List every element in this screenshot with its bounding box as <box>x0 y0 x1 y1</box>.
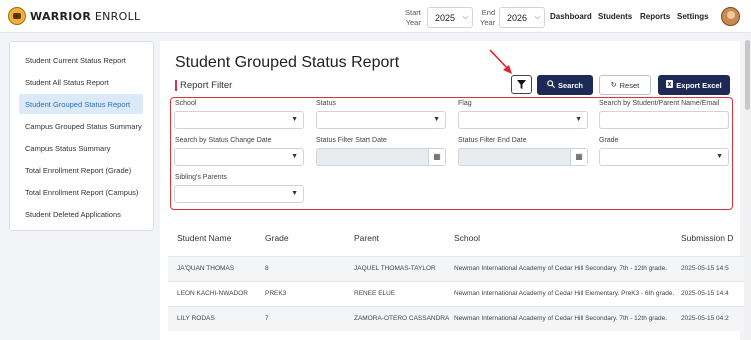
export-excel-button[interactable]: Export Excel <box>658 75 730 95</box>
brand-bold: WARRIOR <box>30 10 92 23</box>
chevron-down-icon: ▼ <box>433 116 440 123</box>
chevron-down-icon: ▼ <box>291 153 298 160</box>
search-name-label: Search by Student/Parent Name/Email <box>599 100 720 107</box>
sidebar-item-student-current-status[interactable]: Student Current Status Report <box>19 50 143 70</box>
cell-parent: RENEE ELUE <box>354 290 396 297</box>
chevron-down-icon: ▼ <box>575 116 582 123</box>
warrior-logo-icon[interactable] <box>8 7 26 25</box>
cell-grade: 8 <box>265 265 269 272</box>
chevron-down-icon: ⌵ <box>534 14 540 21</box>
nav-settings[interactable]: Settings <box>677 12 709 21</box>
cell-submission-date: 2025-05-15 04:2 <box>681 315 729 322</box>
status-label: Status <box>316 100 336 107</box>
refresh-icon: ↻ <box>610 82 617 89</box>
sidebar-item-total-enrollment-grade[interactable]: Total Enrollment Report (Grade) <box>19 160 143 180</box>
cell-submission-date: 2025-05-15 14:4 <box>681 290 729 297</box>
excel-icon <box>666 80 674 90</box>
cell-student-name: JA'QUAN THOMAS <box>177 265 235 272</box>
status-select[interactable]: ▼ <box>316 111 446 129</box>
end-year-select[interactable]: 2026 ⌵ <box>499 7 545 28</box>
end-year-value: 2026 <box>507 13 528 23</box>
search-button-label: Search <box>557 80 584 90</box>
sidebar-item-campus-status-summary[interactable]: Campus Status Summary <box>19 138 143 158</box>
chevron-down-icon: ▼ <box>716 153 723 160</box>
nav-students[interactable]: Students <box>598 12 632 21</box>
export-excel-label: Export Excel <box>676 80 722 90</box>
column-header-submission-date[interactable]: Submission D <box>681 233 733 243</box>
page-scrollbar-thumb[interactable] <box>745 40 750 110</box>
page-title: Student Grouped Status Report <box>175 54 400 71</box>
flag-label: Flag <box>458 100 472 107</box>
brand-name[interactable]: WARRIOR ENROLL <box>30 10 140 23</box>
search-button[interactable]: Search <box>537 75 593 95</box>
reset-button[interactable]: ↻ Reset <box>599 75 651 95</box>
cell-parent: JAQUEL THOMAS-TAYLOR <box>354 265 436 272</box>
cell-parent: ZAMORA-OTERO CASSANDRA <box>354 315 450 322</box>
status-change-date-select[interactable]: ▼ <box>174 148 304 166</box>
sidebar-item-campus-grouped-status[interactable]: Campus Grouped Status Summary <box>19 116 143 136</box>
end-year-label-line2: Year <box>480 18 496 27</box>
reset-button-label: Reset <box>619 80 640 90</box>
column-header-student-name[interactable]: Student Name <box>177 233 231 243</box>
status-change-date-label: Search by Status Change Date <box>175 137 272 144</box>
cell-school: Newman International Academy of Cedar Hi… <box>454 290 675 297</box>
column-header-school[interactable]: School <box>454 233 480 243</box>
nav-reports[interactable]: Reports <box>640 12 670 21</box>
sidebar-item-student-grouped-status[interactable]: Student Grouped Status Report <box>19 94 143 114</box>
cell-submission-date: 2025-05-15 14:5 <box>681 265 729 272</box>
cell-student-name: LEON KACHI-NWADOR <box>177 290 248 297</box>
brand-rest: ENROLL <box>91 10 141 23</box>
top-navbar: WARRIOR ENROLL Start Year 2025 ⌵ End Year 2… <box>0 0 751 33</box>
user-avatar[interactable] <box>721 7 740 26</box>
start-year-select[interactable]: 2025 ⌵ <box>427 7 473 28</box>
cell-grade: 7 <box>265 315 269 322</box>
start-date-label: Status Filter Start Date <box>316 137 387 144</box>
school-label: School <box>175 100 197 107</box>
flag-select[interactable]: ▼ <box>458 111 588 129</box>
search-icon <box>547 80 556 90</box>
end-date-input[interactable]: ▦ <box>458 148 588 166</box>
cell-student-name: LILY RODAS <box>177 315 215 322</box>
calendar-icon[interactable]: ▦ <box>428 149 445 165</box>
sidebar-item-student-all-status[interactable]: Student All Status Report <box>19 72 143 92</box>
end-date-label: Status Filter End Date <box>458 137 527 144</box>
grade-select[interactable]: ▼ <box>599 148 729 166</box>
start-date-input[interactable]: ▦ <box>316 148 446 166</box>
chevron-down-icon: ▼ <box>291 190 298 197</box>
subtitle-accent-bar <box>175 80 177 91</box>
report-filter-heading: Report Filter <box>180 80 233 91</box>
end-year-label-line1: End <box>481 8 496 17</box>
end-year-label: End Year <box>480 8 495 28</box>
chevron-down-icon: ⌵ <box>462 14 468 21</box>
start-year-label-line1: Start <box>405 8 421 17</box>
filter-toggle-button[interactable] <box>511 75 532 94</box>
cell-school: Newman International Academy of Cedar Hi… <box>454 265 668 272</box>
siblings-label: Sibling's Parents <box>175 174 227 181</box>
start-year-value: 2025 <box>435 13 456 23</box>
filter-icon <box>517 80 526 89</box>
grade-label: Grade <box>599 137 619 144</box>
search-name-input[interactable] <box>599 111 729 129</box>
school-select[interactable]: ▼ <box>174 111 304 129</box>
column-header-grade[interactable]: Grade <box>265 233 289 243</box>
start-year-label: Start Year <box>405 8 421 28</box>
sidebar-item-student-deleted-applications[interactable]: Student Deleted Applications <box>19 204 143 224</box>
chevron-down-icon: ▼ <box>291 116 298 123</box>
siblings-select[interactable]: ▼ <box>174 185 304 203</box>
cell-grade: PREK3 <box>265 290 287 297</box>
column-header-parent[interactable]: Parent <box>354 233 379 243</box>
sidebar-item-total-enrollment-campus[interactable]: Total Enrollment Report (Campus) <box>19 182 143 202</box>
start-year-label-line2: Year <box>405 18 421 27</box>
calendar-icon[interactable]: ▦ <box>570 149 587 165</box>
nav-dashboard[interactable]: Dashboard <box>550 12 592 21</box>
annotation-arrow-icon <box>489 49 512 74</box>
cell-school: Newman International Academy of Cedar Hi… <box>454 315 668 322</box>
